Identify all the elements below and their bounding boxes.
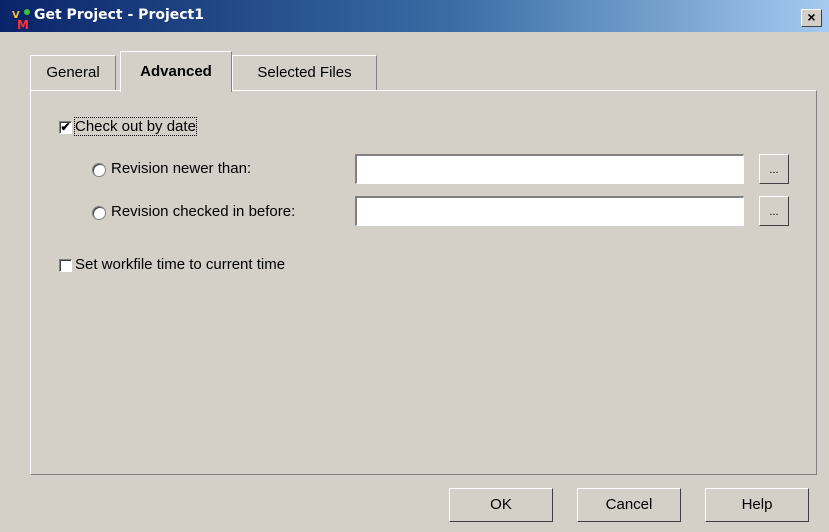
revision-newer-than-input[interactable] [355,154,744,184]
ok-button-label: OK [490,496,512,513]
tab-advanced[interactable]: Advanced [120,51,232,92]
help-button[interactable]: Help [705,488,809,522]
ellipsis-icon: ... [769,164,779,176]
revision-checked-in-before-label[interactable]: Revision checked in before: [111,203,295,220]
close-button[interactable]: × [801,9,822,27]
help-button-label: Help [741,496,773,513]
check-mark-icon: ✔ [60,120,71,134]
checkout-by-date-checkbox[interactable]: ✔ [59,121,72,134]
tab-selected-files-label: Selected Files [257,64,352,81]
window-title: Get Project - Project1 [34,7,204,23]
app-icon: V M [12,8,32,30]
set-workfile-time-checkbox[interactable] [59,259,72,272]
tab-general-label: General [46,64,100,81]
title-bar: V M Get Project - Project1 × [0,0,829,32]
tab-general[interactable]: General [30,55,116,90]
ok-button[interactable]: OK [449,488,553,522]
set-workfile-time-label[interactable]: Set workfile time to current time [75,256,285,273]
advanced-panel: ✔ Check out by date Revision newer than:… [30,90,817,475]
revision-checked-in-before-radio[interactable] [92,206,106,220]
revision-newer-than-radio[interactable] [92,163,106,177]
ellipsis-icon: ... [769,206,779,218]
tab-selected-files[interactable]: Selected Files [232,55,377,90]
close-icon: × [807,9,816,25]
revision-checked-in-before-browse-button[interactable]: ... [759,196,789,226]
cancel-button-label: Cancel [605,496,653,513]
tab-advanced-label: Advanced [140,63,212,80]
revision-newer-than-label[interactable]: Revision newer than: [111,160,251,177]
cancel-button[interactable]: Cancel [577,488,681,522]
checkout-by-date-label[interactable]: Check out by date [74,117,197,136]
svg-text:M: M [17,18,29,30]
revision-checked-in-before-input[interactable] [355,196,744,226]
revision-newer-than-browse-button[interactable]: ... [759,154,789,184]
